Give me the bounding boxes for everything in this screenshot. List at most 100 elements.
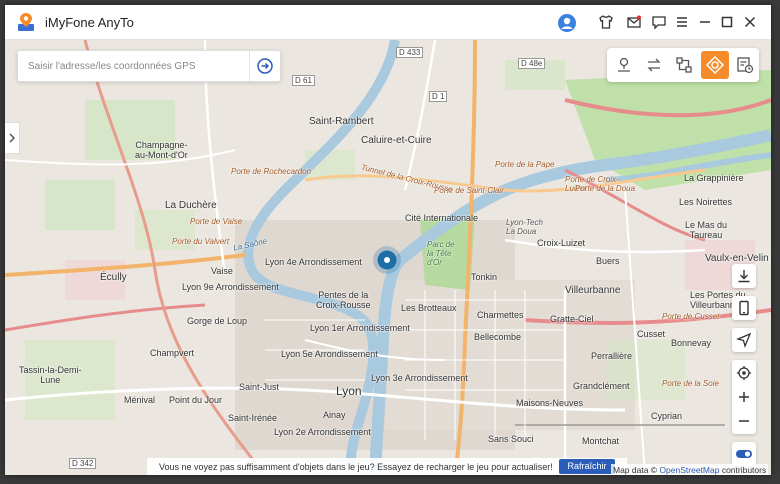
map-label: Écully (100, 272, 127, 283)
plus-icon (739, 392, 749, 402)
app-logo-icon (18, 13, 34, 31)
joystick-mode-button[interactable] (701, 51, 729, 79)
road-label: Porte de la Soie (662, 379, 719, 388)
title-bar: iMyFone AnyTo (5, 5, 771, 40)
map-label: Lyon 1er Arrondissement (310, 323, 410, 333)
road-shield: D 433 (396, 47, 424, 58)
maximize-icon[interactable] (719, 14, 735, 30)
map-label: Vaulx-en-Velin (705, 253, 769, 264)
device-button[interactable] (732, 296, 756, 320)
teleport-mode-icon (618, 57, 630, 72)
mail-icon[interactable] (626, 14, 642, 30)
road-shield: D 61 (292, 75, 315, 86)
map-label: Saint-Just (239, 382, 280, 392)
map-label: Le Mas du Taureau (685, 220, 728, 240)
search-box (17, 50, 281, 82)
arrow-right-icon (257, 58, 273, 74)
map-label: Cyprian (651, 411, 683, 421)
download-icon (738, 270, 750, 283)
multi-spot-mode-icon (676, 57, 692, 73)
map-label: Gorge de Loup (187, 316, 248, 326)
minimize-icon[interactable] (697, 14, 713, 30)
two-spot-mode-icon (647, 58, 661, 72)
road-label: Porte de Vaise (190, 217, 243, 226)
navigate-button[interactable] (732, 328, 756, 352)
map-label: Lyon (336, 384, 362, 398)
sidebar-toggle-button[interactable] (5, 122, 20, 154)
phone-icon (739, 300, 749, 316)
crosshair-icon (737, 366, 751, 380)
road-label: Porte de la Pape (495, 160, 555, 169)
attribution-prefix: Map data © (613, 465, 660, 475)
history-icon (737, 57, 754, 74)
mode-toolbar (607, 48, 759, 82)
map-label: Saint-Irénée (228, 413, 278, 423)
map-label: Villeurbanne (565, 285, 621, 296)
chevron-right-icon (9, 133, 16, 143)
road-label: Porte de Cusset (662, 312, 720, 321)
map-label: Perrallière (591, 351, 633, 361)
map-label: Cusset (637, 329, 666, 339)
two-spot-mode-button[interactable] (640, 51, 668, 79)
map-label: Les Brotteaux (401, 303, 457, 313)
teleport-mode-button[interactable] (610, 51, 638, 79)
map-label: Sans Souci (488, 434, 534, 444)
multi-spot-mode-button[interactable] (670, 51, 698, 79)
map-label: Les Noirettes (679, 197, 733, 207)
map-label: Caluire-et-Cuire (361, 135, 432, 146)
map-label: Point du Jour (169, 395, 223, 405)
notice-bar: Vous ne voyez pas suffisamment d'objets … (147, 458, 627, 475)
attribution-suffix: contributors (719, 465, 767, 475)
feedback-icon[interactable] (651, 14, 667, 30)
road-shield: D 48e (518, 58, 546, 69)
map-label: Cité Internationale (405, 213, 479, 223)
zoom-controls (732, 360, 756, 434)
locate-me-button[interactable] (732, 361, 756, 385)
map-label: Maisons-Neuves (516, 398, 584, 408)
road-label: Porte de la Doua (575, 184, 636, 193)
road-label: Porte de Rochecardon (231, 167, 312, 176)
map-label: La Duchère (165, 200, 217, 211)
toggle-switch-icon (736, 450, 752, 458)
map-label: Bonnevay (671, 338, 712, 348)
map-label: Lyon 2e Arrondissement (274, 427, 371, 437)
zoom-out-button[interactable] (732, 409, 756, 433)
user-icon[interactable] (557, 13, 577, 33)
map-label: Croix-Luizet (537, 238, 586, 248)
map-label: Gratte-Ciel (550, 314, 594, 324)
map-label: Pentes de la Croix-Rousse (316, 290, 371, 310)
menu-icon[interactable] (674, 14, 690, 30)
map-attribution: Map data © OpenStreetMap contributors (611, 464, 769, 475)
map-label: Vaise (211, 266, 233, 276)
close-icon[interactable] (742, 14, 758, 30)
app-title: iMyFone AnyTo (45, 15, 134, 30)
map-label: Champvert (150, 348, 195, 358)
tshirt-icon[interactable] (598, 14, 614, 30)
toggle-button[interactable] (732, 442, 756, 466)
search-go-button[interactable] (249, 51, 280, 81)
zoom-in-button[interactable] (732, 385, 756, 409)
refresh-button[interactable]: Rafraîchir (559, 459, 615, 474)
map-label: Lyon 5e Arrondissement (281, 349, 378, 359)
map-label: Saint-Rambert (309, 116, 374, 127)
download-button[interactable] (732, 264, 756, 288)
history-button[interactable] (731, 51, 759, 79)
location-pin-icon[interactable] (372, 245, 402, 275)
notice-text: Vous ne voyez pas suffisamment d'objets … (159, 462, 553, 472)
map-label: La Grappinière (684, 173, 744, 183)
map-label: Lyon-Tech La Doua (506, 218, 543, 236)
map-view[interactable]: Saint-Rambert Caluire-et-Cuire Champagne… (5, 40, 771, 475)
park-label: Parc de la Tête d'Or (427, 240, 455, 267)
road-shield: D 342 (69, 458, 97, 469)
joystick-mode-icon (705, 55, 725, 75)
openstreetmap-link[interactable]: OpenStreetMap (659, 465, 719, 475)
map-label: Lyon 3e Arrondissement (371, 373, 468, 383)
map-label: Tonkin (471, 272, 498, 282)
map-label: Montchat (582, 436, 620, 446)
search-input[interactable] (26, 57, 250, 75)
map-label: Lyon 4e Arrondissement (265, 257, 362, 267)
map-label: Bellecombe (474, 332, 522, 342)
map-label: Tassin-la-Demi- Lune (19, 365, 82, 385)
navigation-arrow-icon (736, 332, 752, 348)
map-label: Champagne- au-Mont-d'Or (135, 140, 188, 160)
